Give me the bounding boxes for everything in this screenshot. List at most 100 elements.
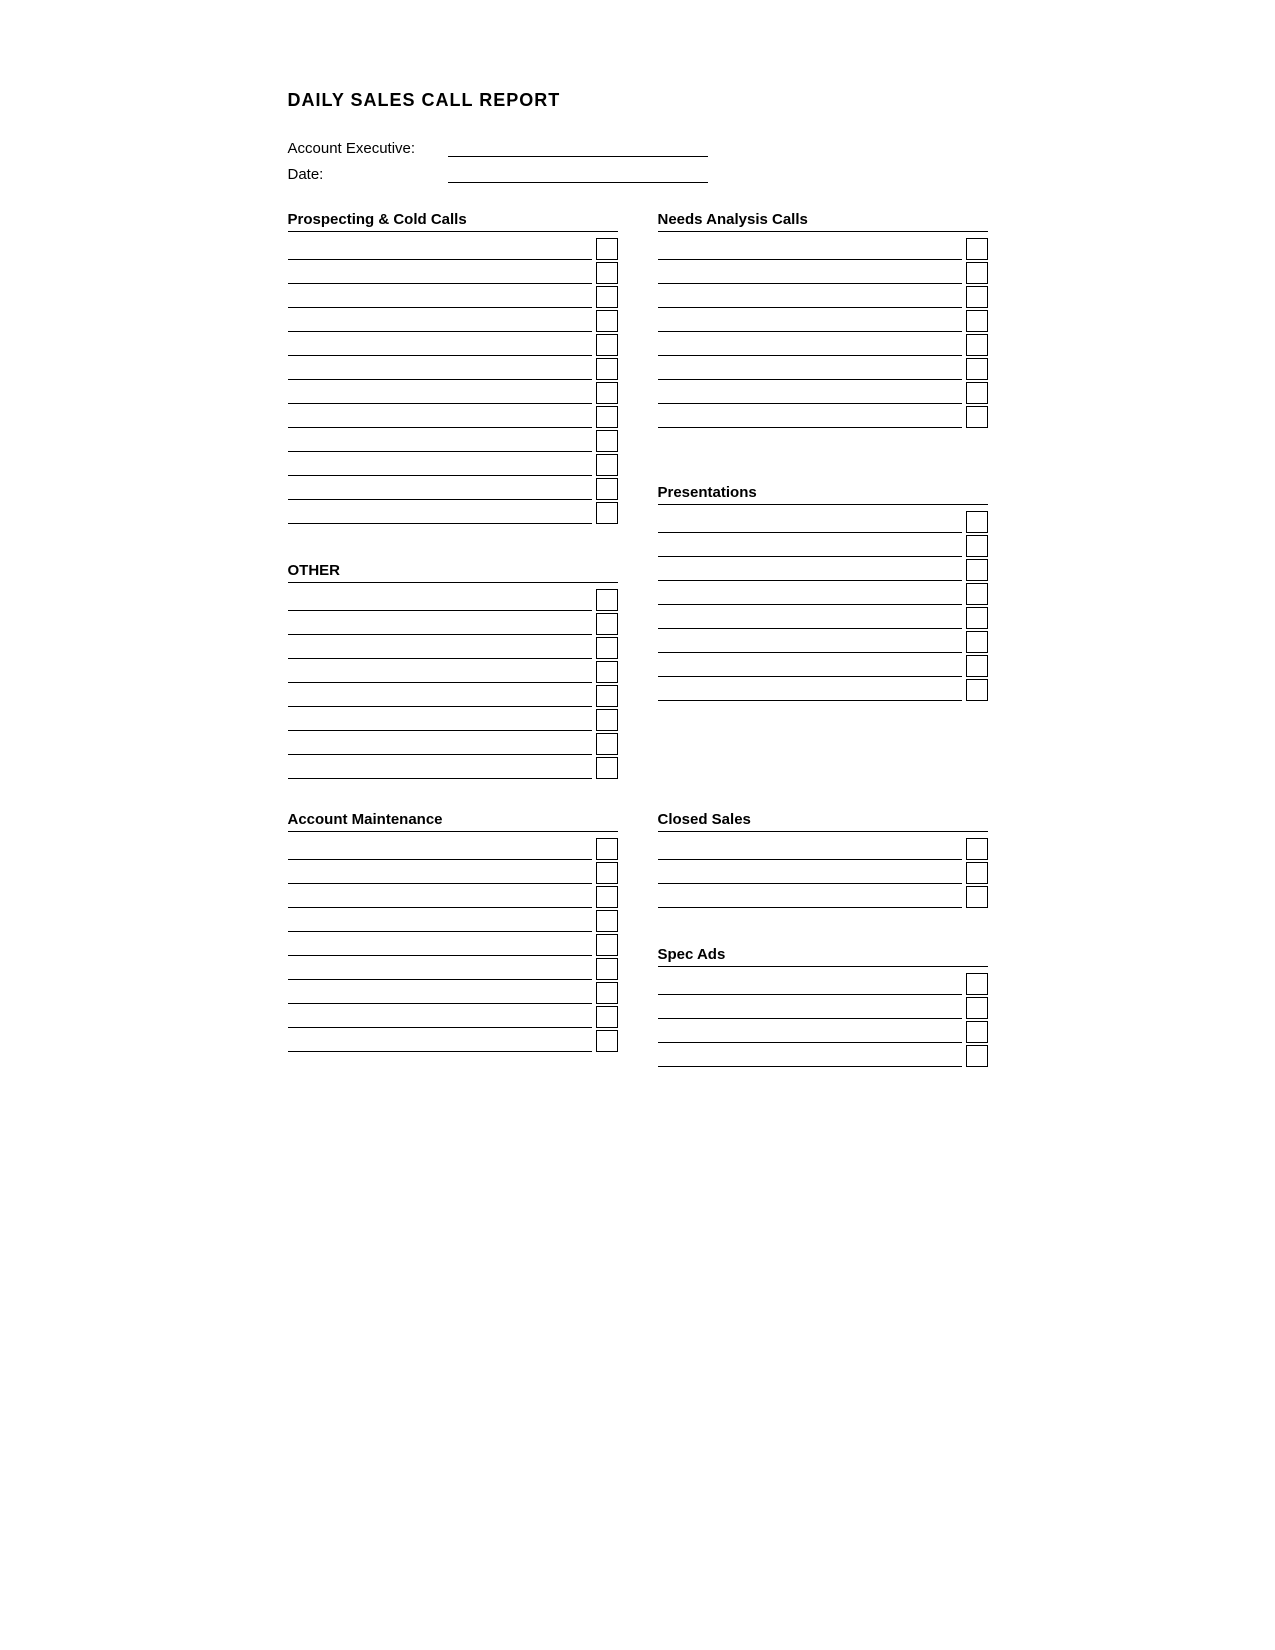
entry-line[interactable] (658, 511, 962, 533)
entry-line[interactable] (288, 910, 592, 932)
entry-box[interactable] (596, 685, 618, 707)
entry-line[interactable] (288, 382, 592, 404)
entry-line[interactable] (658, 559, 962, 581)
entry-line[interactable] (288, 862, 592, 884)
entry-box[interactable] (966, 679, 988, 701)
entry-line[interactable] (288, 709, 592, 731)
entry-line[interactable] (288, 1030, 592, 1052)
entry-box[interactable] (966, 238, 988, 260)
entry-line[interactable] (288, 478, 592, 500)
entry-line[interactable] (288, 934, 592, 956)
entry-line[interactable] (288, 1006, 592, 1028)
entry-box[interactable] (596, 334, 618, 356)
entry-box[interactable] (596, 757, 618, 779)
entry-line[interactable] (288, 502, 592, 524)
entry-line[interactable] (288, 982, 592, 1004)
entry-box[interactable] (596, 661, 618, 683)
entry-box[interactable] (966, 262, 988, 284)
entry-box[interactable] (596, 430, 618, 452)
entry-box[interactable] (966, 358, 988, 380)
entry-line[interactable] (658, 838, 962, 860)
entry-box[interactable] (596, 406, 618, 428)
entry-box[interactable] (966, 886, 988, 908)
entry-box[interactable] (966, 583, 988, 605)
account-executive-line[interactable] (448, 139, 708, 157)
entry-box[interactable] (596, 862, 618, 884)
entry-line[interactable] (658, 997, 962, 1019)
entry-box[interactable] (966, 838, 988, 860)
entry-line[interactable] (288, 661, 592, 683)
entry-line[interactable] (658, 607, 962, 629)
entry-box[interactable] (596, 982, 618, 1004)
entry-box[interactable] (966, 382, 988, 404)
entry-box[interactable] (966, 334, 988, 356)
entry-line[interactable] (658, 358, 962, 380)
entry-box[interactable] (966, 973, 988, 995)
entry-line[interactable] (288, 262, 592, 284)
entry-line[interactable] (658, 1045, 962, 1067)
entry-box[interactable] (596, 286, 618, 308)
entry-line[interactable] (288, 454, 592, 476)
entry-box[interactable] (596, 382, 618, 404)
entry-line[interactable] (658, 1021, 962, 1043)
entry-line[interactable] (658, 583, 962, 605)
entry-line[interactable] (658, 655, 962, 677)
entry-line[interactable] (658, 238, 962, 260)
entry-box[interactable] (966, 997, 988, 1019)
entry-line[interactable] (288, 958, 592, 980)
entry-box[interactable] (596, 502, 618, 524)
entry-box[interactable] (966, 1045, 988, 1067)
entry-line[interactable] (288, 685, 592, 707)
entry-box[interactable] (596, 454, 618, 476)
entry-box[interactable] (966, 406, 988, 428)
entry-box[interactable] (596, 637, 618, 659)
entry-line[interactable] (288, 430, 592, 452)
entry-line[interactable] (288, 733, 592, 755)
entry-box[interactable] (966, 1021, 988, 1043)
entry-box[interactable] (596, 934, 618, 956)
entry-box[interactable] (596, 1006, 618, 1028)
entry-line[interactable] (288, 757, 592, 779)
entry-line[interactable] (658, 286, 962, 308)
entry-line[interactable] (658, 535, 962, 557)
entry-box[interactable] (966, 607, 988, 629)
entry-box[interactable] (596, 613, 618, 635)
entry-box[interactable] (596, 838, 618, 860)
entry-box[interactable] (596, 733, 618, 755)
entry-line[interactable] (288, 838, 592, 860)
entry-line[interactable] (288, 310, 592, 332)
entry-line[interactable] (288, 286, 592, 308)
entry-box[interactable] (596, 886, 618, 908)
entry-line[interactable] (288, 589, 592, 611)
entry-box[interactable] (966, 655, 988, 677)
entry-line[interactable] (658, 631, 962, 653)
entry-line[interactable] (288, 334, 592, 356)
entry-line[interactable] (658, 262, 962, 284)
entry-line[interactable] (288, 358, 592, 380)
entry-line[interactable] (288, 886, 592, 908)
entry-box[interactable] (966, 310, 988, 332)
entry-line[interactable] (658, 679, 962, 701)
entry-line[interactable] (658, 862, 962, 884)
entry-line[interactable] (288, 238, 592, 260)
entry-box[interactable] (596, 358, 618, 380)
entry-line[interactable] (658, 334, 962, 356)
entry-box[interactable] (966, 511, 988, 533)
entry-box[interactable] (596, 910, 618, 932)
entry-line[interactable] (658, 310, 962, 332)
entry-line[interactable] (658, 406, 962, 428)
entry-box[interactable] (966, 631, 988, 653)
entry-box[interactable] (596, 478, 618, 500)
entry-box[interactable] (596, 589, 618, 611)
entry-box[interactable] (596, 958, 618, 980)
entry-box[interactable] (596, 238, 618, 260)
entry-box[interactable] (966, 535, 988, 557)
entry-line[interactable] (288, 613, 592, 635)
entry-box[interactable] (596, 310, 618, 332)
entry-line[interactable] (658, 886, 962, 908)
entry-line[interactable] (288, 406, 592, 428)
entry-box[interactable] (966, 559, 988, 581)
date-line[interactable] (448, 165, 708, 183)
entry-box[interactable] (966, 862, 988, 884)
entry-box[interactable] (596, 262, 618, 284)
